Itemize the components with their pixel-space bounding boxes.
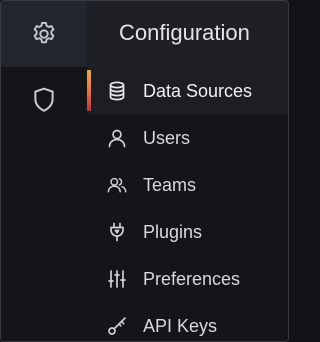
menu-item-plugins[interactable]: Plugins [87, 208, 288, 255]
key-icon [107, 316, 127, 336]
menu-item-preferences[interactable]: Preferences [87, 255, 288, 302]
menu-title: Configuration [119, 20, 250, 45]
menu-item-label: Preferences [143, 268, 241, 289]
menu-header[interactable]: Configuration [87, 1, 288, 67]
active-indicator [87, 70, 91, 111]
menu-list: Data Sources Users Teams Plugins Prefere… [87, 67, 288, 341]
menu-item-api-keys[interactable]: API Keys [87, 302, 288, 341]
menu-item-data-sources[interactable]: Data Sources [87, 67, 288, 114]
config-nav-screen: Configuration Data Sources Users Teams P… [0, 0, 289, 342]
menu-item-label: Plugins [143, 221, 203, 242]
sliders-icon [107, 269, 127, 289]
gear-icon [30, 20, 58, 48]
configuration-menu: Configuration Data Sources Users Teams P… [87, 1, 288, 341]
menu-item-users[interactable]: Users [87, 114, 288, 161]
rail-item-server-admin[interactable] [1, 67, 87, 133]
users-icon [107, 175, 127, 195]
menu-item-label: Teams [143, 174, 197, 195]
menu-item-teams[interactable]: Teams [87, 161, 288, 208]
user-icon [107, 128, 127, 148]
database-icon [107, 81, 127, 101]
shield-icon [31, 86, 57, 114]
rail-item-configuration[interactable] [1, 1, 87, 67]
plug-icon [107, 222, 127, 242]
menu-item-label: Data Sources [143, 80, 253, 101]
side-rail [1, 1, 87, 341]
menu-item-label: API Keys [143, 315, 218, 336]
menu-item-label: Users [143, 127, 191, 148]
